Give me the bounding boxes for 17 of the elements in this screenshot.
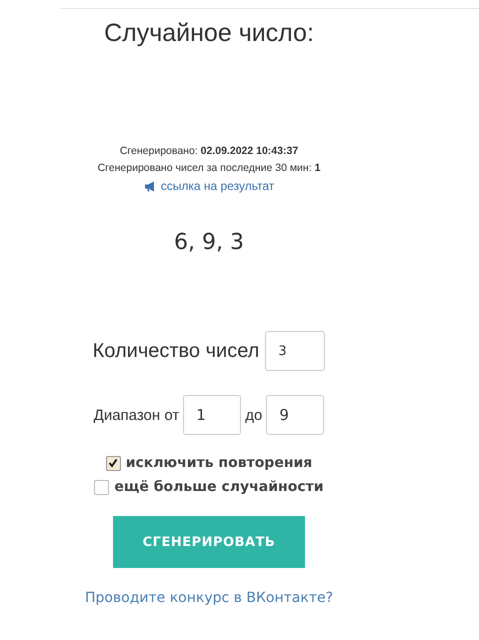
contest-link[interactable]: Проводите конкурс в ВКонтакте? (84, 590, 334, 606)
range-from-label: Диапазон от (94, 406, 180, 424)
range-from-input[interactable]: 1 (183, 395, 242, 435)
range-to-input[interactable]: 9 (266, 395, 324, 435)
checkbox[interactable] (94, 480, 110, 494)
generated-count-text: Сгенерировано чисел за последние 30 мин: 1 (98, 162, 320, 174)
page-title: Случайное число: (104, 19, 314, 48)
megaphone-icon (144, 180, 157, 192)
option-label: исключить повторения (126, 455, 312, 471)
count-input[interactable]: 3 (265, 331, 326, 371)
result-link[interactable]: ссылка на результат (144, 179, 274, 193)
generated-time-text: Сгенерировано: 02.09.2022 10:43:37 (120, 145, 298, 157)
option-label: ещё больше случайности (114, 479, 324, 495)
range-to-label: до (245, 406, 262, 424)
result-numbers: 6, 9, 3 (174, 230, 244, 255)
count-label: Количество чисел (92, 340, 260, 362)
checkbox[interactable] (106, 456, 121, 470)
